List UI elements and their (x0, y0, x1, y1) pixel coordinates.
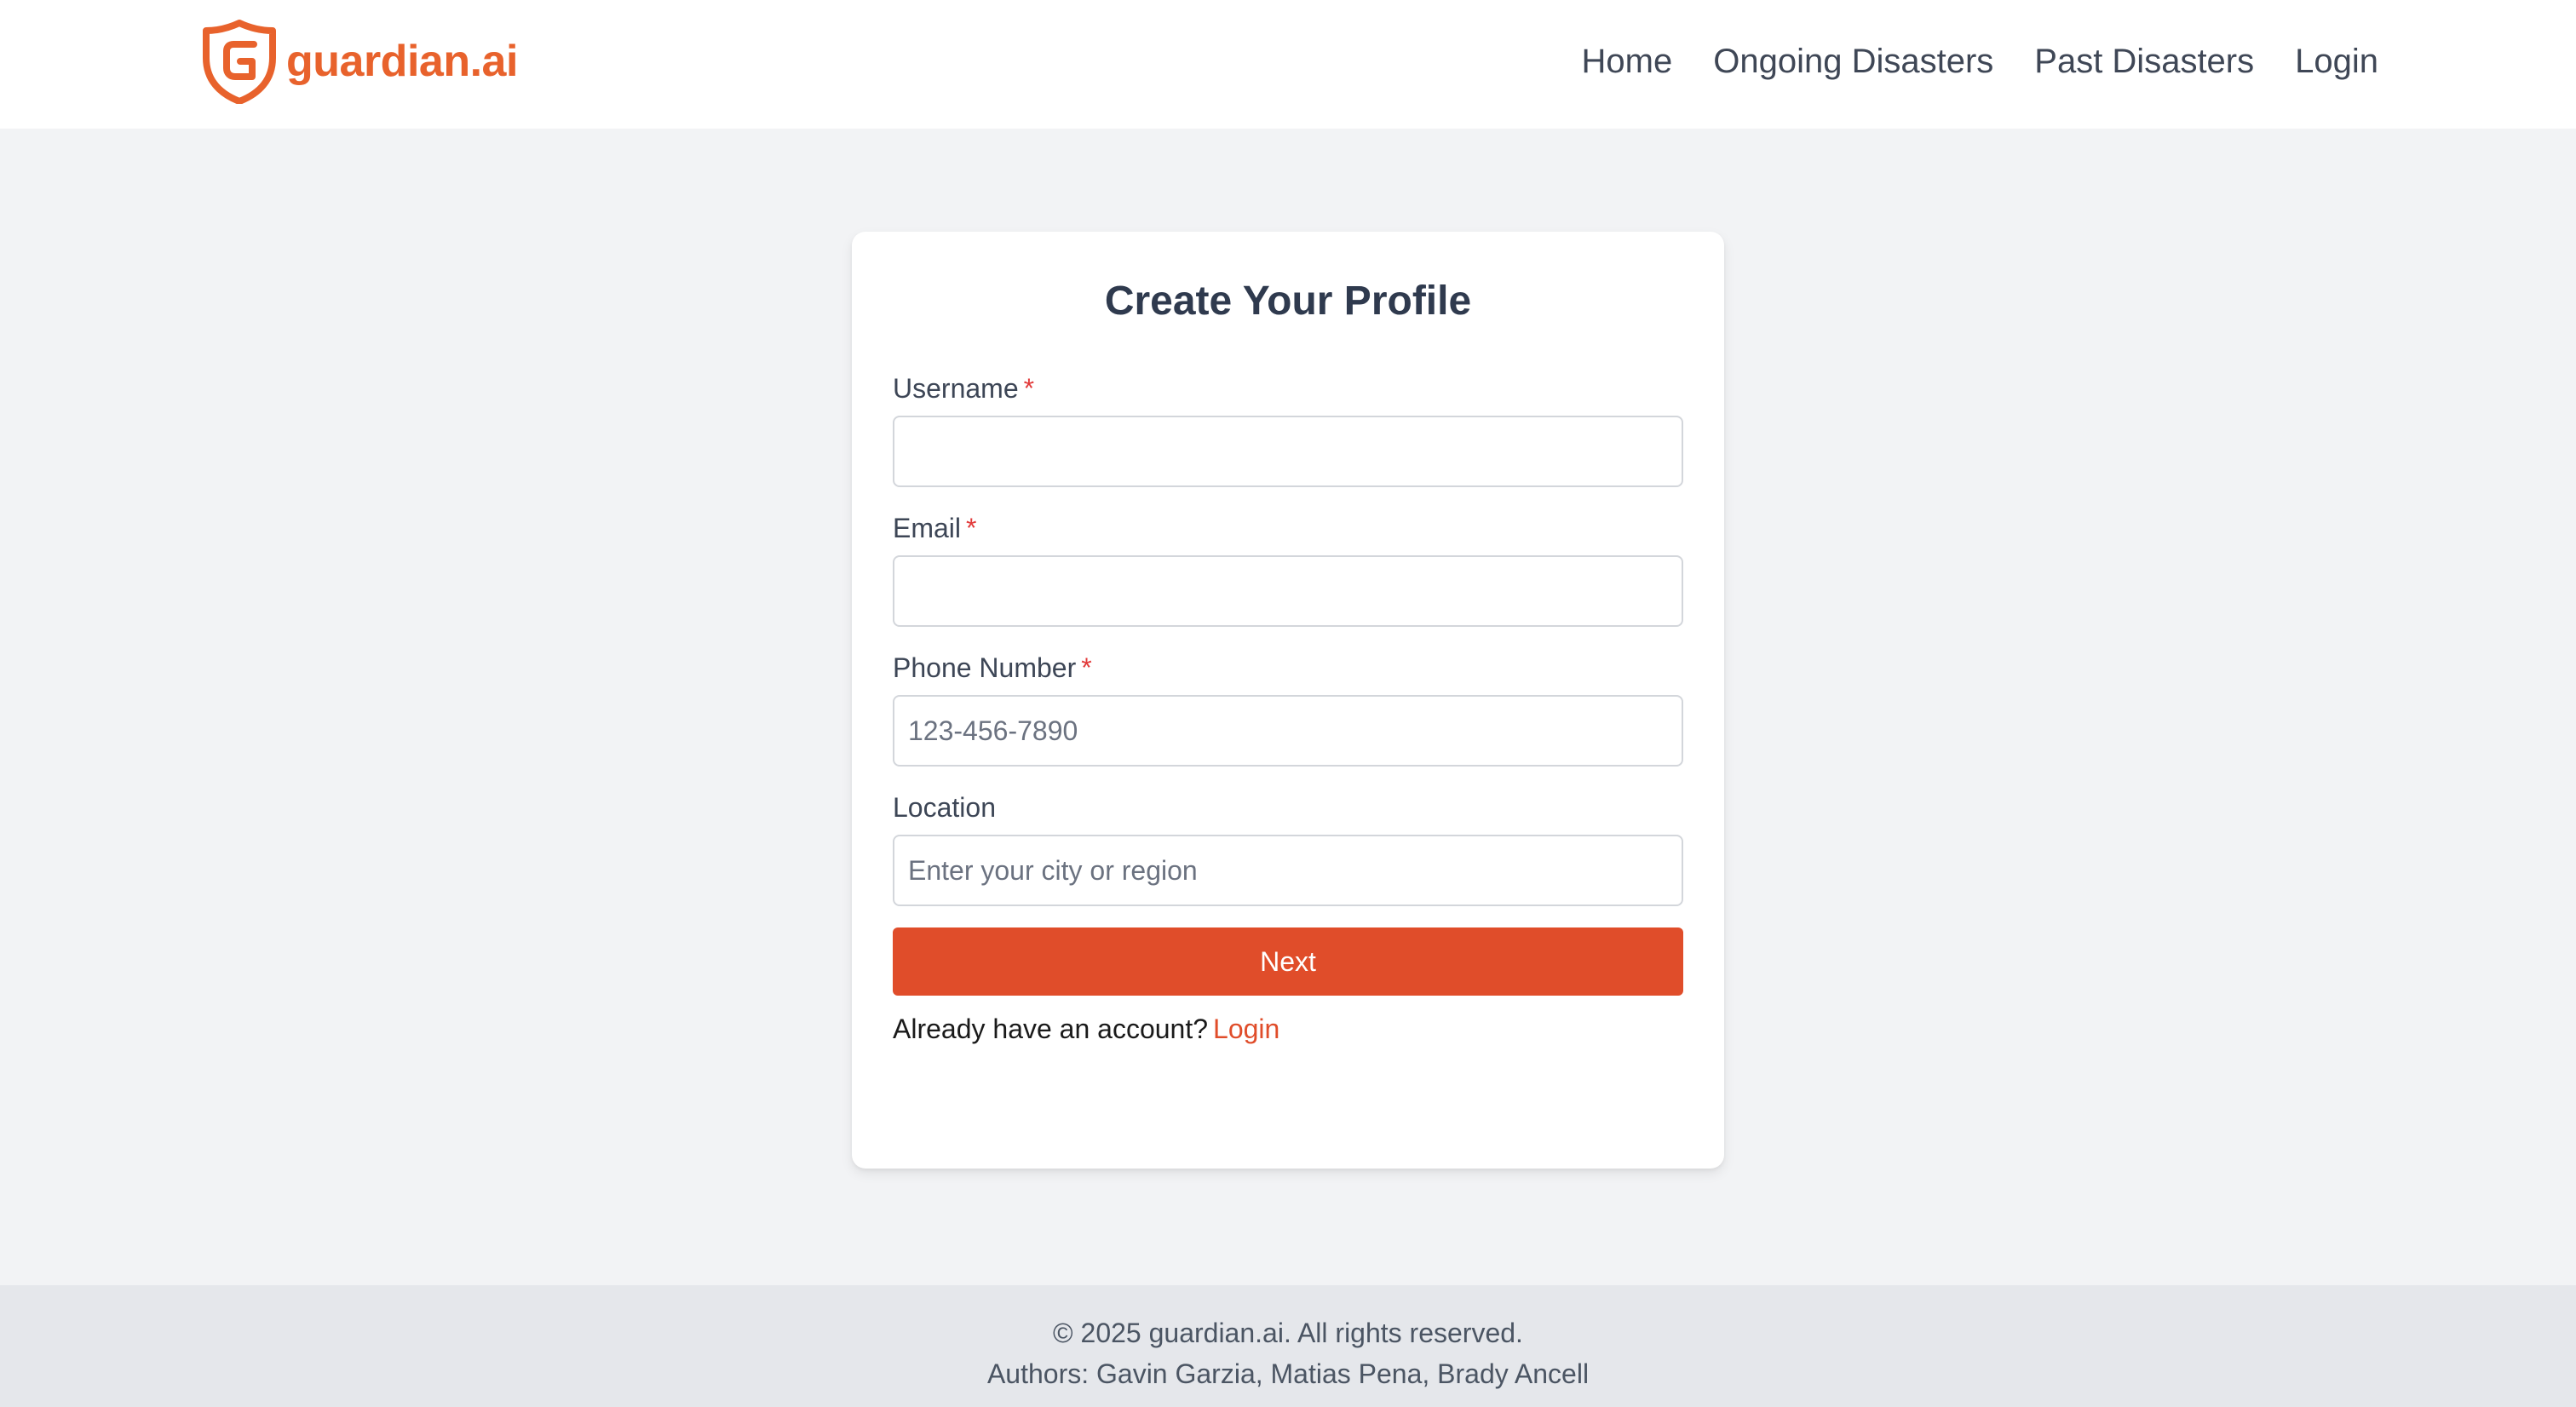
nav-home[interactable]: Home (1582, 37, 1673, 85)
required-marker: * (1081, 652, 1092, 683)
location-group: Location (893, 790, 1683, 906)
nav-past-disasters[interactable]: Past Disasters (2034, 37, 2254, 85)
login-prompt: Already have an account? Login (893, 1010, 1279, 1048)
phone-label: Phone Number * (893, 651, 1683, 685)
required-marker: * (1023, 373, 1035, 404)
phone-input[interactable] (893, 695, 1683, 767)
username-label-text: Username (893, 373, 1019, 404)
site-header: guardian.ai Home Ongoing Disasters Past … (0, 0, 2576, 129)
main-nav: Home Ongoing Disasters Past Disasters Lo… (1582, 37, 2378, 85)
authors-text: Authors: Gavin Garzia, Matias Pena, Brad… (986, 1358, 1590, 1389)
email-input[interactable] (893, 555, 1683, 627)
email-label-text: Email (893, 513, 962, 543)
username-group: Username * (893, 371, 1683, 487)
nav-ongoing-disasters[interactable]: Ongoing Disasters (1713, 37, 1993, 85)
brand-name: guardian.ai (286, 37, 518, 86)
nav-login[interactable]: Login (2295, 37, 2378, 85)
username-label: Username * (893, 371, 1683, 405)
username-input[interactable] (893, 416, 1683, 487)
site-footer: © 2025 guardian.ai. All rights reserved.… (0, 1285, 2576, 1407)
login-prompt-text: Already have an account? (893, 1014, 1209, 1044)
required-marker: * (966, 513, 977, 543)
profile-card: Create Your Profile Username * Email * Pho… (852, 232, 1724, 1169)
phone-label-text: Phone Number (893, 652, 1077, 683)
login-link[interactable]: Login (1213, 1014, 1279, 1044)
location-label: Location (893, 792, 996, 823)
brand-logo[interactable]: guardian.ai (201, 19, 518, 104)
email-group: Email * (893, 511, 1683, 627)
location-input[interactable] (893, 835, 1683, 906)
email-label: Email * (893, 511, 1683, 545)
phone-group: Phone Number * (893, 651, 1683, 767)
next-button[interactable]: Next (893, 927, 1683, 996)
copyright-text: © 2025 guardian.ai. All rights reserved. (1053, 1318, 1523, 1348)
page-title: Create Your Profile (1104, 279, 1472, 324)
shield-icon (203, 20, 276, 104)
